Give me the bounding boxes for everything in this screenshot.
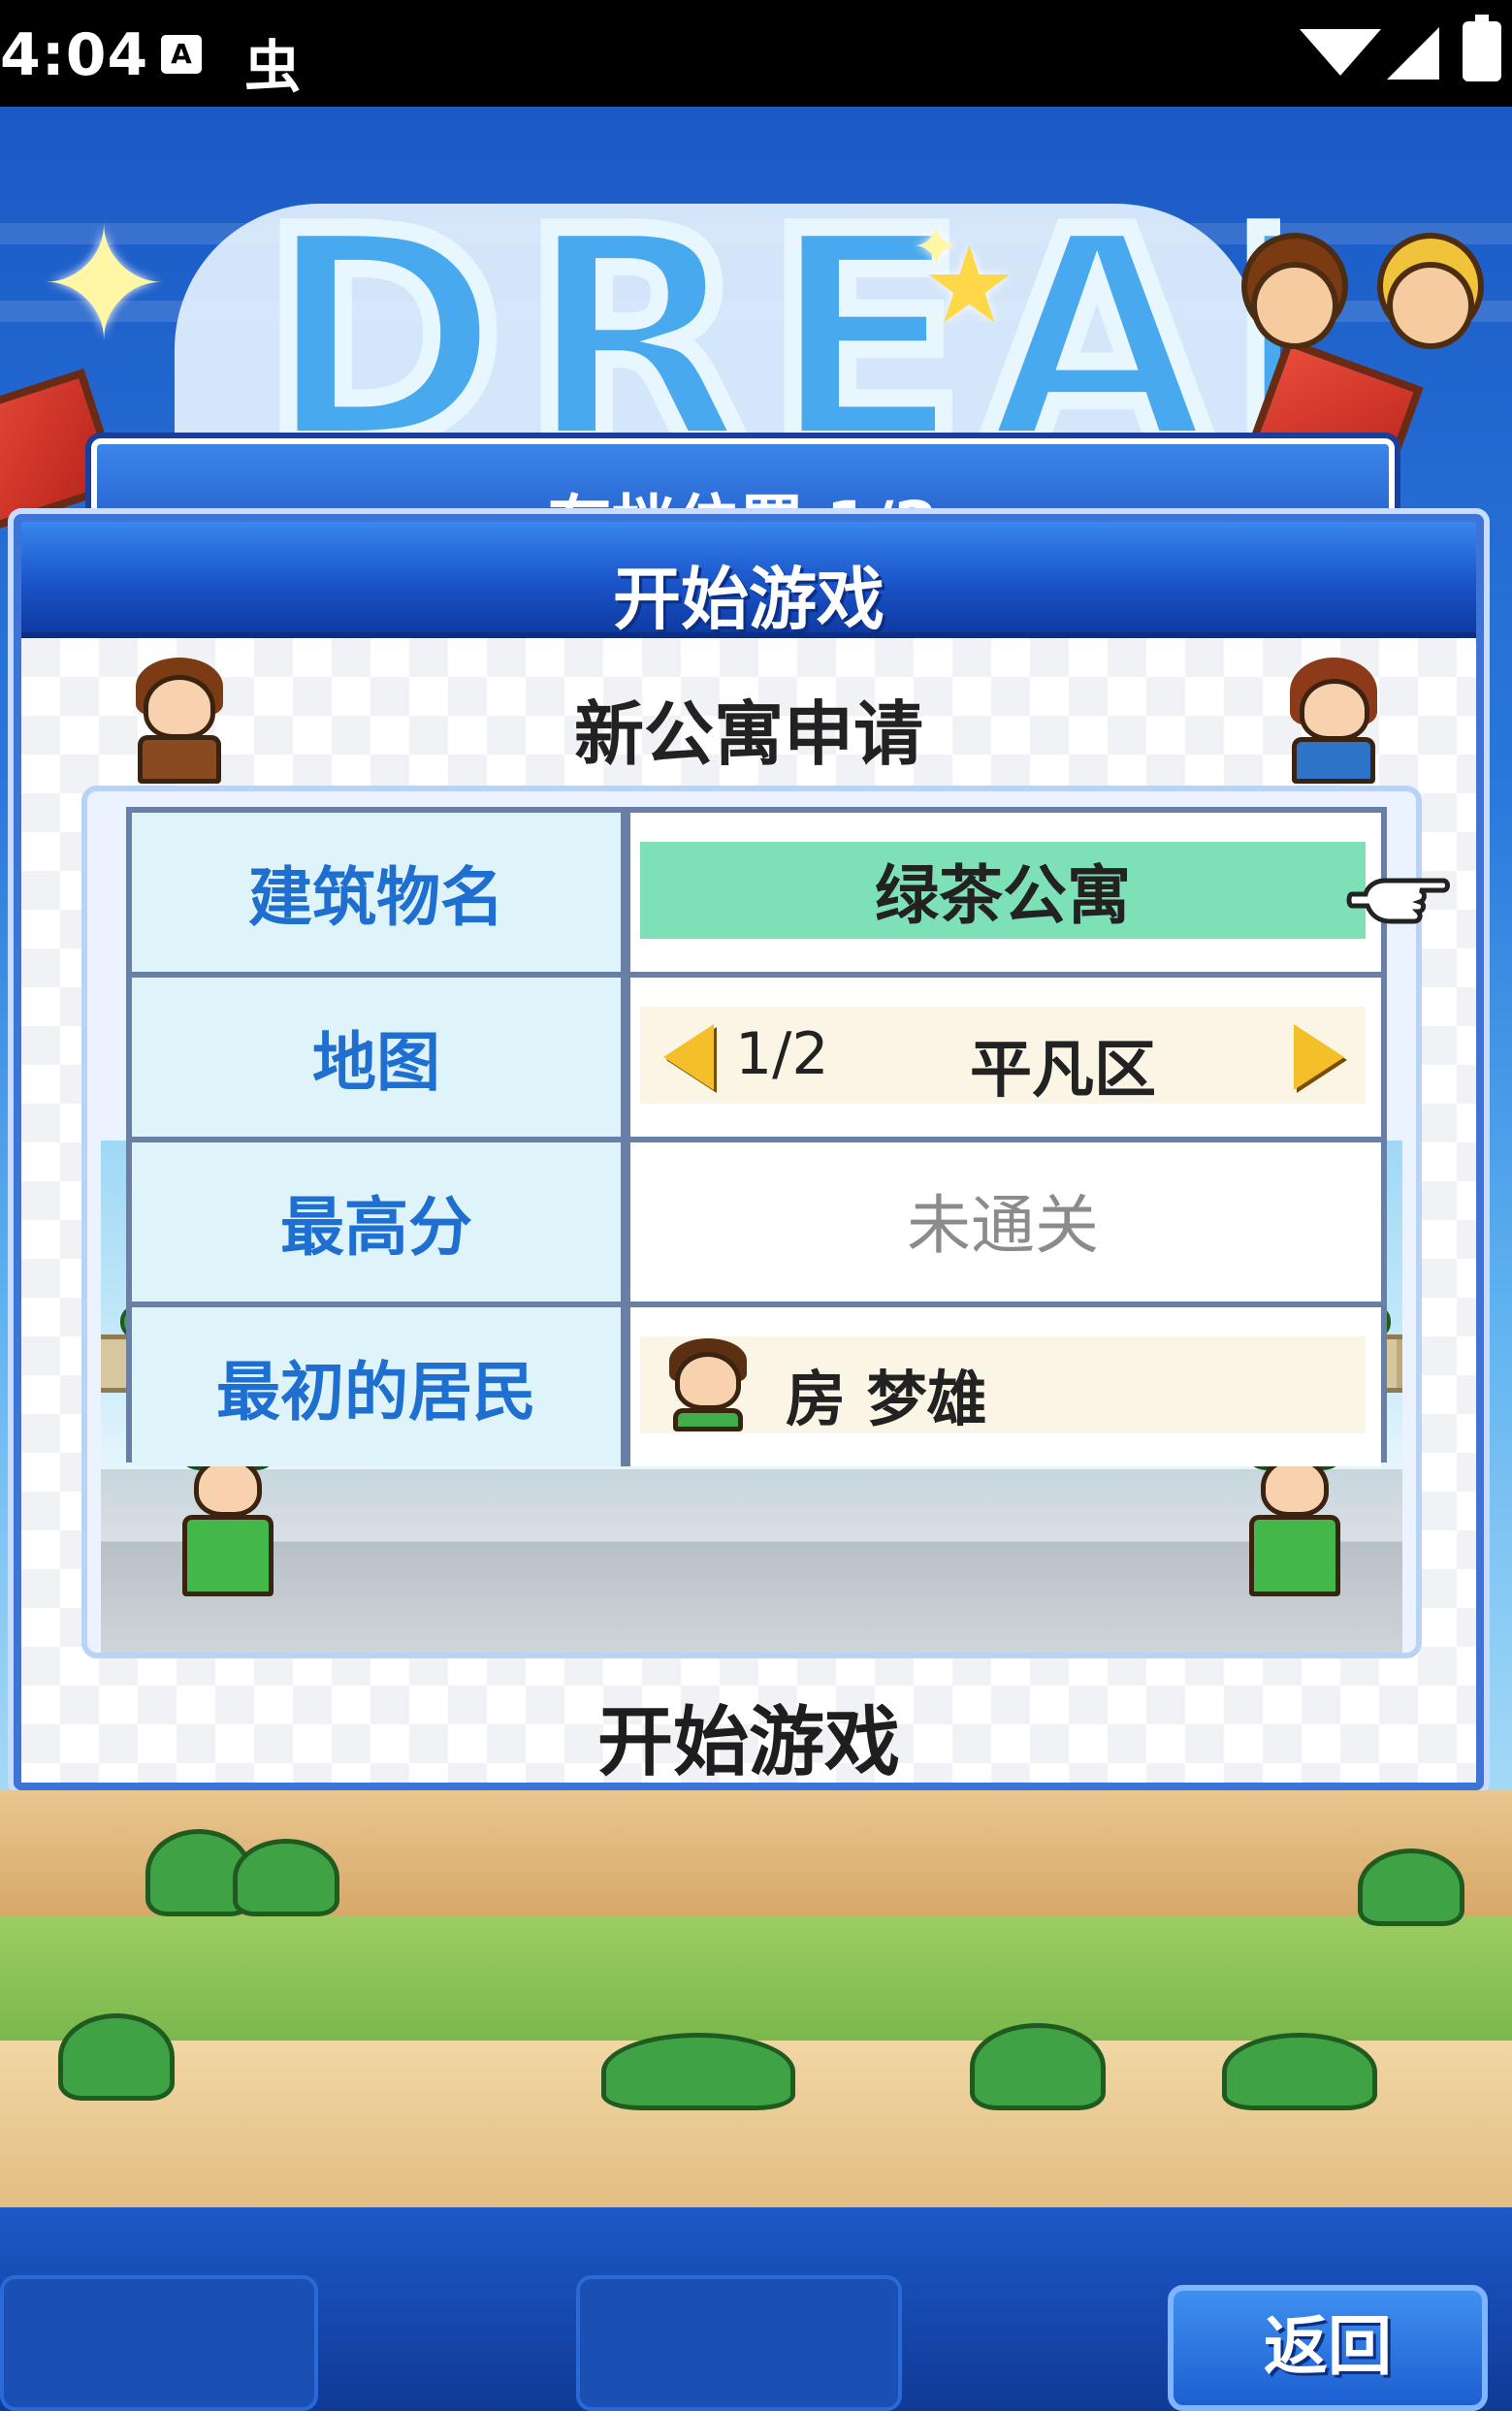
info-table: 建筑物名 绿茶公寓 地图 1/2 平凡区 最高分 未通关 最初的居民 房 梦雄	[126, 807, 1387, 1466]
dialog-subtitle: 新公寓申请	[573, 693, 923, 775]
mascot-boy-face	[1387, 262, 1474, 349]
game-logo: DREAM	[262, 194, 1280, 466]
first-resident-label: 最初的居民	[132, 1307, 630, 1466]
table-row-building-name: 建筑物名 绿茶公寓	[132, 813, 1381, 972]
town-ground	[0, 1790, 1512, 2207]
notification-bug-icon: 虫	[244, 34, 302, 100]
table-row-map: 地图 1/2 平凡区	[132, 978, 1381, 1137]
battery-icon	[1463, 15, 1501, 81]
signal-icon	[1387, 27, 1439, 80]
first-resident-field: 房 梦雄	[640, 1336, 1366, 1434]
high-score-label: 最高分	[132, 1142, 630, 1302]
mascot-girl-face	[1251, 262, 1338, 349]
hand-pointer-icon	[1346, 878, 1450, 924]
map-page-indicator: 1/2	[735, 1020, 829, 1088]
start-game-dialog: 开始游戏 新公寓申请 建筑物名 绿茶公寓 地图 1/2 平凡区 最高分 未通关 …	[14, 514, 1484, 1790]
table-row-first-resident: 最初的居民 房 梦雄	[132, 1307, 1381, 1466]
map-label: 地图	[132, 978, 630, 1137]
map-name: 平凡区	[970, 1035, 1156, 1107]
star-icon: ✦	[912, 213, 961, 281]
star-icon: ✦	[39, 194, 170, 375]
status-time: 4:04	[0, 21, 149, 89]
map-selector: 1/2 平凡区	[640, 1007, 1366, 1107]
bottom-bar: 返回	[0, 2207, 1512, 2411]
building-name-label: 建筑物名	[132, 813, 630, 972]
start-game-button[interactable]: 开始游戏	[21, 1682, 1476, 1783]
resident-name: 房 梦雄	[786, 1364, 987, 1434]
back-button[interactable]: 返回	[1168, 2285, 1488, 2411]
bottom-slot-center	[576, 2275, 902, 2411]
resident-avatar	[669, 1338, 747, 1431]
table-row-high-score: 最高分 未通关	[132, 1142, 1381, 1302]
dialog-title: 开始游戏	[613, 560, 885, 639]
apartment-info-frame: 建筑物名 绿茶公寓 地图 1/2 平凡区 最高分 未通关 最初的居民 房 梦雄	[81, 786, 1422, 1658]
status-bar: 4:04 A 虫	[0, 0, 1512, 107]
bottom-slot-left	[0, 2275, 318, 2411]
high-score-value: 未通关	[907, 1188, 1099, 1263]
wifi-icon	[1300, 29, 1381, 76]
triangle-right-icon[interactable]	[1294, 1024, 1344, 1090]
map-cell: 1/2 平凡区	[630, 978, 1381, 1137]
building-name-cell: 绿茶公寓	[630, 813, 1381, 972]
dialog-header: 开始游戏	[21, 522, 1476, 639]
notification-a-icon: A	[161, 35, 202, 74]
triangle-left-icon[interactable]	[663, 1024, 714, 1090]
building-name-field[interactable]: 绿茶公寓	[640, 842, 1366, 939]
first-resident-cell: 房 梦雄	[630, 1307, 1381, 1466]
high-score-cell: 未通关	[630, 1142, 1381, 1302]
